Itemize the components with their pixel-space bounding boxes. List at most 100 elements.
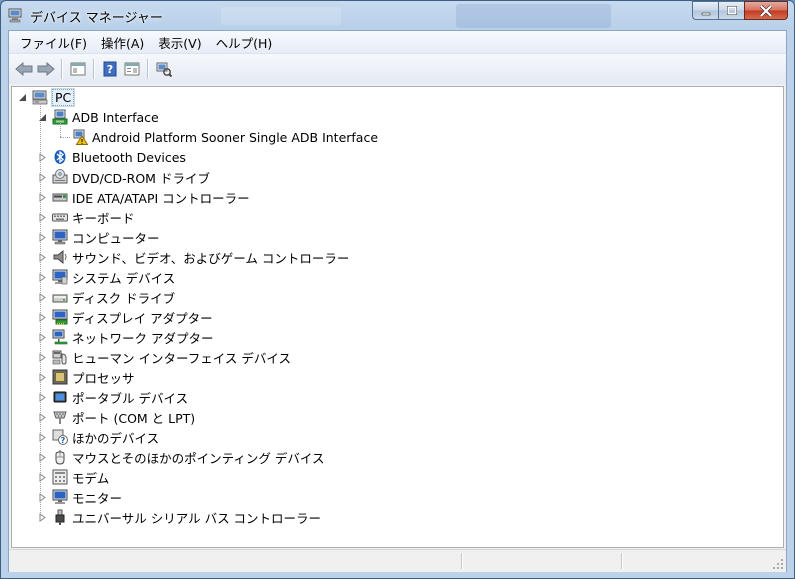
- tree-node-label: ヒューマン インターフェイス デバイス: [72, 350, 291, 366]
- window-title: デバイス マネージャー: [30, 11, 163, 26]
- modem-icon: [52, 469, 68, 485]
- tree-category[interactable]: ポート (COM と LPT): [52, 407, 195, 427]
- close-button[interactable]: [744, 1, 788, 20]
- category-expander[interactable]: [38, 513, 47, 522]
- tree-category[interactable]: モデム: [52, 467, 109, 487]
- title-bar[interactable]: デバイス マネージャー: [1, 1, 794, 31]
- tree-node-label: ネットワーク アダプター: [72, 330, 214, 346]
- tree-node-label: ADB Interface: [72, 109, 159, 125]
- minimize-button[interactable]: [692, 1, 718, 20]
- tree-category[interactable]: Bluetooth Devices: [52, 147, 186, 167]
- show-hide-tree-icon: [70, 62, 86, 76]
- speaker-icon: [53, 249, 67, 265]
- category-expander[interactable]: [38, 253, 47, 262]
- tree-category[interactable]: コンピューター: [52, 227, 160, 247]
- category-expander[interactable]: [38, 193, 47, 202]
- back-button[interactable]: [13, 58, 35, 80]
- category-expander[interactable]: [38, 153, 47, 162]
- tree-category[interactable]: キーボード: [52, 207, 135, 227]
- tree-node-label: コンピューター: [72, 230, 160, 246]
- category-expander[interactable]: [38, 433, 47, 442]
- monitor-icon: [52, 489, 68, 504]
- display-adapter-icon: [52, 309, 68, 325]
- tree-node-label: キーボード: [72, 210, 135, 226]
- tree-category[interactable]: ネットワーク アダプター: [52, 327, 213, 347]
- tree-category[interactable]: ヒューマン インターフェイス デバイス: [52, 347, 291, 367]
- computer-monitor-icon: [52, 229, 68, 245]
- disk-drive-icon: [52, 294, 68, 303]
- scan-hardware-icon: [156, 62, 172, 77]
- tree-category[interactable]: ? ほかのデバイス: [52, 427, 159, 447]
- scan-hardware-button[interactable]: [153, 58, 175, 80]
- category-expander[interactable]: [38, 393, 47, 402]
- tree-node-label: ポータブル デバイス: [72, 390, 189, 406]
- background-blur: [221, 7, 341, 25]
- category-expander[interactable]: [38, 413, 47, 422]
- tree-category[interactable]: DVD/CD-ROM ドライブ: [52, 167, 210, 187]
- category-expander[interactable]: [38, 333, 47, 342]
- category-expander[interactable]: [38, 473, 47, 482]
- resize-grip-icon[interactable]: [772, 558, 784, 570]
- menu-action[interactable]: 操作(A): [94, 31, 151, 54]
- dvd-drive-icon: [52, 169, 68, 184]
- menu-view[interactable]: 表示(V): [151, 31, 208, 54]
- device-manager-icon: [8, 7, 24, 23]
- category-expander[interactable]: [38, 273, 47, 282]
- port-icon: [53, 411, 67, 424]
- help-button[interactable]: ?: [99, 58, 121, 80]
- svg-text:?: ?: [107, 63, 113, 76]
- tree-category[interactable]: マウスとそのほかのポインティング デバイス: [52, 447, 324, 467]
- tree-category[interactable]: ADB Interface: [52, 107, 159, 127]
- status-bar: [9, 549, 786, 572]
- device-tree[interactable]: PC ADB Interface Android Platform Sooner S…: [11, 86, 784, 548]
- tree-node-label: ほかのデバイス: [72, 430, 160, 446]
- tree-node-root[interactable]: PC: [32, 87, 76, 107]
- tree-category[interactable]: IDE ATA/ATAPI コントローラー: [52, 187, 250, 207]
- tree-node-label: プロセッサ: [72, 370, 135, 386]
- bluetooth-icon: [54, 150, 66, 164]
- menu-help[interactable]: ヘルプ(H): [209, 31, 280, 54]
- menu-file[interactable]: ファイル(F): [13, 31, 94, 54]
- tree-node-label: サウンド、ビデオ、およびゲーム コントローラー: [72, 250, 350, 266]
- forward-button[interactable]: [35, 58, 57, 80]
- tree-category[interactable]: モニター: [52, 487, 122, 507]
- show-hide-tree-button[interactable]: [67, 58, 89, 80]
- caption-buttons: [692, 1, 788, 21]
- portable-device-icon: [53, 391, 67, 403]
- category-expander[interactable]: [38, 313, 47, 322]
- tree-category[interactable]: ポータブル デバイス: [52, 387, 188, 407]
- tree-node-label: モデム: [72, 470, 110, 486]
- category-expander[interactable]: [38, 213, 47, 222]
- category-expander[interactable]: [38, 353, 47, 362]
- tree-category[interactable]: ディスク ドライブ: [52, 287, 175, 307]
- tree-line: [60, 123, 61, 137]
- properties-icon: [124, 62, 140, 76]
- network-adapter-icon: [52, 329, 68, 345]
- tree-node-label: Android Platform Sooner Single ADB Inter…: [92, 129, 379, 145]
- category-expander[interactable]: [38, 113, 47, 122]
- category-expander[interactable]: [38, 373, 47, 382]
- help-icon: ?: [103, 61, 117, 77]
- category-expander[interactable]: [38, 293, 47, 302]
- tree-line: [60, 137, 70, 138]
- category-expander[interactable]: [38, 173, 47, 182]
- tree-category[interactable]: ユニバーサル シリアル バス コントローラー: [52, 507, 321, 527]
- tree-category[interactable]: プロセッサ: [52, 367, 135, 387]
- client-area: ファイル(F) 操作(A) 表示(V) ヘルプ(H) ? PC ADB Inte…: [8, 30, 787, 572]
- maximize-icon: [726, 5, 737, 15]
- category-expander[interactable]: [38, 453, 47, 462]
- category-expander[interactable]: [38, 493, 47, 502]
- category-expander[interactable]: [38, 233, 47, 242]
- tree-category[interactable]: システム デバイス: [52, 267, 175, 287]
- tree-category[interactable]: サウンド、ビデオ、およびゲーム コントローラー: [52, 247, 349, 267]
- toolbar-separator: [93, 59, 95, 79]
- maximize-button[interactable]: [718, 1, 744, 20]
- toolbar-separator: [61, 59, 63, 79]
- tree-node-label: モニター: [72, 490, 123, 506]
- tree-device[interactable]: Android Platform Sooner Single ADB Inter…: [72, 127, 378, 147]
- tree-category[interactable]: ディスプレイ アダプター: [52, 307, 213, 327]
- svg-text:?: ?: [61, 436, 66, 445]
- properties-button[interactable]: [121, 58, 143, 80]
- status-separator: [621, 553, 623, 569]
- root-expander[interactable]: [18, 93, 27, 102]
